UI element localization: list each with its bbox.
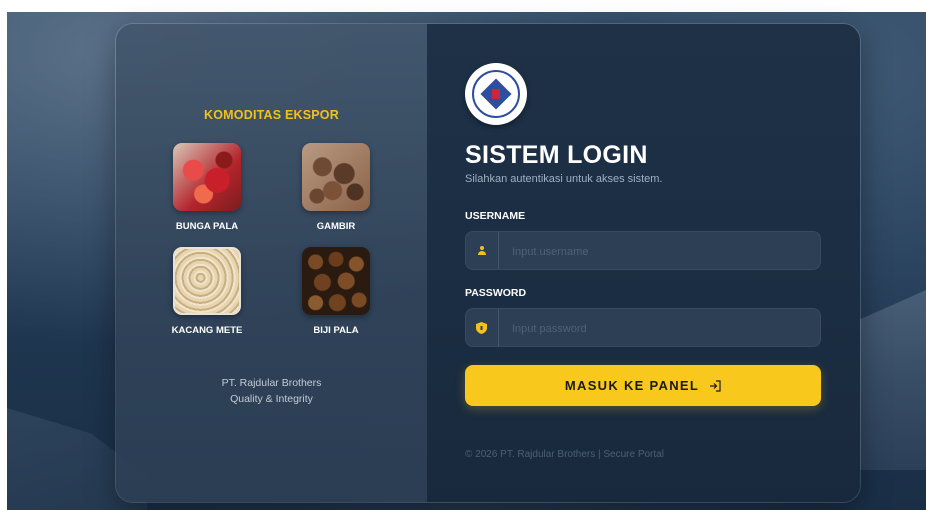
commodity-title: KOMODITAS EKSPOR (204, 108, 339, 122)
username-field-wrapper (465, 231, 821, 271)
user-icon (477, 246, 487, 256)
commodity-item-gambir: GAMBIR (281, 143, 391, 232)
company-logo (465, 63, 527, 125)
password-label: PASSWORD (465, 287, 527, 299)
footer-text: © 2026 PT. Rajdular Brothers | Secure Po… (465, 449, 664, 460)
company-info: PT. Rajdular Brothers Quality & Integrit… (116, 375, 427, 407)
commodity-label: KACANG METE (171, 325, 243, 336)
commodity-label: BUNGA PALA (175, 221, 239, 232)
login-icon (710, 379, 721, 392)
submit-button[interactable]: MASUK KE PANEL (465, 365, 821, 406)
commodity-item-bunga-pala: BUNGA PALA (152, 143, 262, 232)
username-label: USERNAME (465, 210, 526, 222)
commodity-label: GAMBIR (316, 221, 356, 232)
commodity-label: BIJI PALA (313, 325, 359, 336)
commodity-item-kacang-mete: KACANG METE (152, 247, 262, 336)
commodity-item-biji-pala: BIJI PALA (281, 247, 391, 336)
login-subtitle: Silahkan autentikasi untuk akses sistem. (465, 173, 663, 185)
bunga-pala-image (173, 143, 241, 211)
company-tagline: Quality & Integrity (230, 393, 313, 405)
password-field-wrapper (465, 308, 821, 348)
commodity-panel: KOMODITAS EKSPOR BUNGA PALA GAMBIR KACAN… (116, 24, 428, 502)
biji-pala-image (302, 247, 370, 315)
username-input[interactable] (510, 232, 814, 271)
gambir-image (302, 143, 370, 211)
company-name: PT. Rajdular Brothers (221, 377, 322, 389)
password-input[interactable] (510, 309, 814, 348)
kacang-mete-image (173, 247, 241, 315)
login-title: SISTEM LOGIN (465, 141, 648, 169)
shield-icon (476, 322, 487, 334)
login-panel: SISTEM LOGIN Silahkan autentikasi untuk … (427, 24, 860, 502)
login-card: KOMODITAS EKSPOR BUNGA PALA GAMBIR KACAN… (115, 23, 861, 503)
submit-label: MASUK KE PANEL (564, 378, 700, 393)
